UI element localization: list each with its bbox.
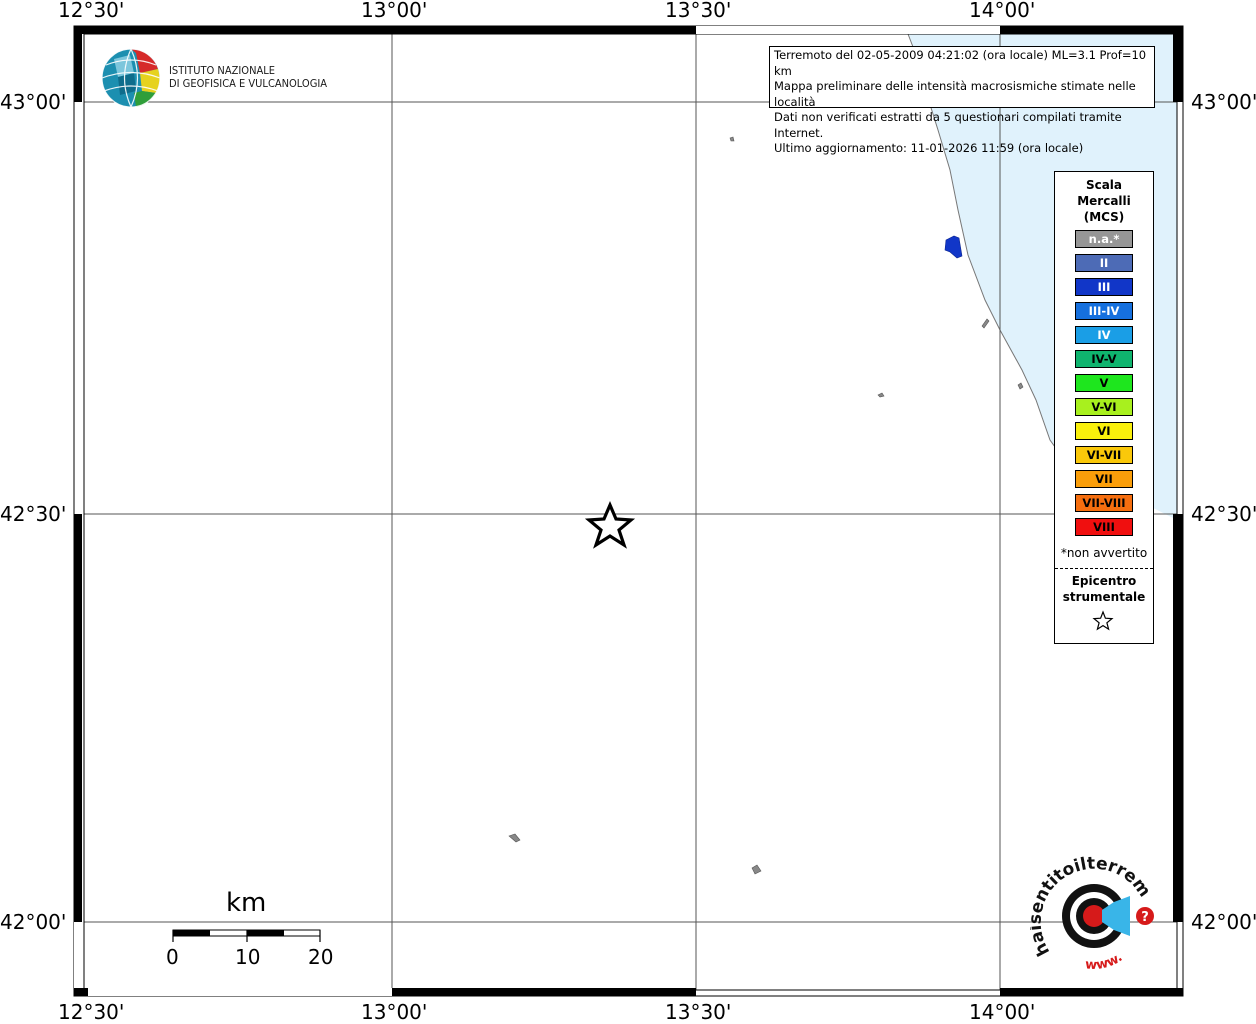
- intensity-site-marker[interactable]: [944, 235, 963, 259]
- loudspeaker-target-logo[interactable]: ? haisentitoilterremoto.it www.: [1030, 852, 1160, 977]
- town-outline: [981, 318, 990, 329]
- svg-text:?: ?: [1141, 910, 1149, 925]
- institute-name: ISTITUTO NAZIONALE DI GEOFISICA E VULCAN…: [169, 64, 327, 90]
- mcs-legend: Scala Mercalli (MCS) n.a.* II III III-IV IV I…: [1054, 171, 1154, 644]
- scale-bar: [172, 929, 321, 942]
- legend-epicentre-label: Epicentro strumentale: [1055, 573, 1153, 605]
- legend-title-line-3: (MCS): [1083, 210, 1125, 224]
- legend-swatch: V: [1075, 374, 1133, 392]
- lon-label-bottom: 13°00': [361, 1000, 428, 1024]
- legend-epicentre-line-2: strumentale: [1062, 590, 1146, 604]
- institute-line-2: DI GEOFISICA E VULCANOLOGIA: [169, 77, 328, 90]
- lon-label-top: 13°00': [361, 0, 428, 22]
- haisentito-logo-www: www.: [1085, 950, 1126, 973]
- legend-swatch: II: [1075, 254, 1133, 272]
- legend-note: *non avvertito: [1060, 546, 1148, 560]
- legend-swatch: VI-VII: [1075, 446, 1133, 464]
- lat-label-right: 43°00': [1191, 90, 1256, 114]
- town-outline: [729, 136, 735, 142]
- lon-label-top: 13°30': [665, 0, 732, 22]
- legend-swatch: VII-VIII: [1075, 494, 1133, 512]
- legend-swatch: III-IV: [1075, 302, 1133, 320]
- lat-label-left: 42°30': [0, 502, 67, 526]
- lat-label-right: 42°30': [1191, 502, 1256, 526]
- lon-label-bottom: 12°30': [58, 1000, 125, 1024]
- ingv-globe-logo: [101, 48, 161, 108]
- event-info-line-4: Ultimo aggiornamento: 11-01-2026 11:59 (…: [774, 141, 1084, 155]
- legend-swatch: VII: [1075, 470, 1133, 488]
- event-info-line-3: Dati non verificati estratti da 5 questi…: [774, 110, 1122, 140]
- legend-swatch: n.a.*: [1075, 230, 1133, 248]
- institute-line-1: ISTITUTO NAZIONALE: [169, 64, 276, 77]
- legend-swatch: III: [1075, 278, 1133, 296]
- lon-label-bottom: 13°30': [665, 1000, 732, 1024]
- lat-label-left: 42°00': [0, 910, 67, 934]
- lon-label-bottom: 14°00': [969, 1000, 1036, 1024]
- event-info-line-1: Terremoto del 02-05-2009 04:21:02 (ora l…: [774, 48, 1147, 78]
- scale-bar-label: 0: [166, 945, 179, 969]
- legend-swatch: IV-V: [1075, 350, 1133, 368]
- town-outline: [508, 833, 521, 843]
- legend-title-line-2: Mercalli: [1077, 194, 1131, 208]
- legend-swatch: V-VI: [1075, 398, 1133, 416]
- legend-epicentre-line-1: Epicentro: [1071, 574, 1137, 588]
- legend-title-line-1: Scala: [1085, 178, 1123, 192]
- epicentre-star[interactable]: [584, 500, 636, 549]
- town-outline: [1017, 382, 1024, 390]
- town-outline: [877, 392, 885, 398]
- legend-swatch: VIII: [1075, 518, 1133, 536]
- legend-swatch: IV: [1075, 326, 1133, 344]
- scale-bar-unit: km: [226, 888, 267, 918]
- lon-label-top: 12°30': [58, 0, 125, 22]
- lat-label-left: 43°00': [0, 90, 67, 114]
- legend-title: Scala Mercalli (MCS): [1055, 177, 1153, 225]
- star-outline-icon: [1092, 610, 1114, 631]
- event-info-box: Terremoto del 02-05-2009 04:21:02 (ora l…: [769, 46, 1155, 155]
- legend-divider: [1055, 568, 1153, 569]
- lat-label-right: 42°00': [1191, 910, 1256, 934]
- lon-label-top: 14°00': [969, 0, 1036, 22]
- scale-bar-label: 20: [308, 945, 334, 969]
- scale-bar-label: 10: [235, 945, 261, 969]
- event-info-line-2: Mappa preliminare delle intensità macros…: [774, 79, 1136, 109]
- legend-swatch: VI: [1075, 422, 1133, 440]
- town-outline: [751, 864, 762, 875]
